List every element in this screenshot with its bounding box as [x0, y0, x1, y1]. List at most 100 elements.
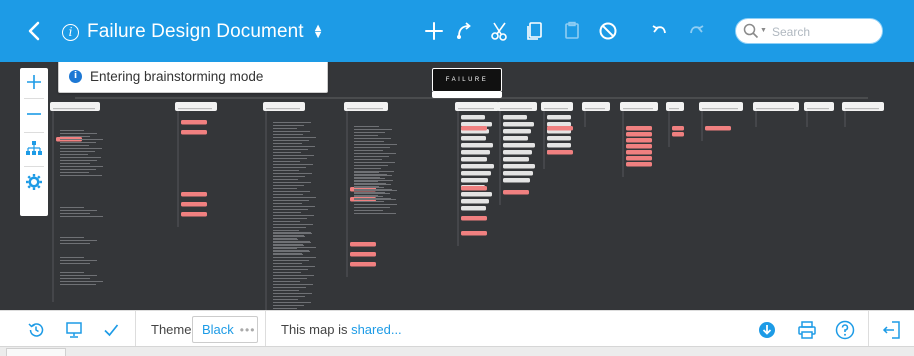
add-node-button[interactable] — [420, 17, 448, 45]
mindmap-canvas[interactable]: FAILURE i Entering brainstorming mode — [0, 62, 914, 310]
child-node[interactable] — [461, 164, 494, 169]
download-button[interactable] — [756, 319, 778, 341]
branch-node[interactable] — [699, 102, 743, 111]
branch-node-text[interactable] — [458, 108, 494, 110]
branch-node[interactable] — [455, 102, 499, 111]
layout-button[interactable] — [20, 134, 48, 162]
zoom-out-button[interactable] — [20, 100, 48, 128]
child-node[interactable] — [503, 143, 535, 148]
branch-node[interactable] — [175, 102, 217, 111]
branch-node-text[interactable] — [756, 108, 794, 110]
map-settings-button[interactable] — [20, 168, 48, 196]
exit-button[interactable] — [881, 319, 903, 341]
branch-node[interactable] — [50, 102, 100, 111]
highlighted-node[interactable] — [705, 126, 731, 131]
highlighted-node[interactable] — [350, 252, 376, 257]
branch-node[interactable] — [620, 102, 658, 111]
root-node[interactable]: FAILURE — [432, 68, 502, 92]
child-node[interactable] — [461, 122, 492, 127]
highlighted-node[interactable] — [626, 156, 652, 161]
highlighted-node[interactable] — [547, 126, 573, 131]
child-node[interactable] — [547, 122, 571, 127]
search-input[interactable] — [772, 23, 872, 41]
highlighted-node[interactable] — [626, 132, 652, 137]
cut-button[interactable] — [486, 17, 514, 45]
child-node[interactable] — [461, 206, 486, 211]
highlighted-node[interactable] — [672, 126, 684, 131]
branch-node-text[interactable] — [544, 108, 568, 110]
branch-node[interactable] — [582, 102, 610, 111]
child-node[interactable] — [503, 136, 528, 141]
present-button[interactable] — [63, 319, 85, 341]
branch-node[interactable] — [666, 102, 684, 111]
highlighted-node[interactable] — [626, 138, 652, 143]
print-button[interactable] — [796, 319, 818, 341]
share-link[interactable]: shared... — [351, 322, 402, 337]
highlighted-node[interactable] — [503, 190, 529, 195]
branch-node-text[interactable] — [500, 108, 532, 110]
theme-select[interactable]: Black ••• — [192, 316, 258, 343]
child-node[interactable] — [547, 143, 571, 148]
help-button[interactable] — [834, 319, 856, 341]
redo-button[interactable] — [682, 17, 710, 45]
child-node[interactable] — [503, 129, 531, 134]
highlighted-node[interactable] — [181, 130, 207, 135]
branch-node-text[interactable] — [807, 108, 829, 110]
highlighted-node[interactable] — [626, 126, 652, 131]
child-node[interactable] — [461, 157, 487, 162]
branch-node-text[interactable] — [178, 108, 212, 110]
mindmap-diagram[interactable] — [0, 62, 914, 310]
connect-button[interactable] — [451, 17, 479, 45]
branch-node[interactable] — [344, 102, 388, 111]
child-node[interactable] — [503, 157, 529, 162]
undo-button[interactable] — [646, 17, 674, 45]
highlighted-node[interactable] — [461, 216, 487, 221]
branch-node-text[interactable] — [623, 108, 653, 110]
branch-node[interactable] — [497, 102, 537, 111]
highlighted-node[interactable] — [461, 186, 487, 191]
child-node[interactable] — [547, 115, 571, 120]
child-node[interactable] — [461, 192, 492, 197]
highlighted-node[interactable] — [181, 212, 207, 217]
paste-button[interactable] — [558, 17, 586, 45]
back-button[interactable] — [22, 17, 48, 45]
document-title[interactable]: Failure Design Document — [87, 21, 304, 43]
search-icon[interactable] — [743, 23, 759, 39]
branch-node[interactable] — [541, 102, 573, 111]
highlighted-node[interactable] — [350, 262, 376, 267]
branch-node-text[interactable] — [585, 108, 605, 110]
branch-node-text[interactable] — [669, 108, 679, 110]
child-node[interactable] — [503, 171, 533, 176]
highlighted-node[interactable] — [626, 150, 652, 155]
highlighted-node[interactable] — [461, 231, 487, 236]
branch-node-text[interactable] — [845, 108, 879, 110]
child-node[interactable] — [503, 122, 534, 127]
branch-node-text[interactable] — [702, 108, 738, 110]
child-node[interactable] — [461, 199, 489, 204]
branch-node[interactable] — [804, 102, 834, 111]
highlighted-node[interactable] — [672, 132, 684, 137]
branch-node-text[interactable] — [266, 108, 300, 110]
highlighted-node[interactable] — [547, 150, 573, 155]
history-button[interactable] — [25, 319, 47, 341]
highlighted-node[interactable] — [181, 120, 207, 125]
copy-button[interactable] — [521, 17, 549, 45]
highlighted-node[interactable] — [461, 126, 487, 131]
search-box[interactable]: ▼ — [735, 18, 883, 44]
child-node[interactable] — [461, 136, 486, 141]
child-node[interactable] — [547, 136, 571, 141]
branch-node-text[interactable] — [53, 108, 95, 110]
done-button[interactable] — [100, 319, 122, 341]
highlighted-node[interactable] — [181, 192, 207, 197]
child-node[interactable] — [503, 115, 527, 120]
child-node[interactable] — [461, 178, 488, 183]
branch-node[interactable] — [842, 102, 884, 111]
child-node[interactable] — [461, 143, 493, 148]
child-node[interactable] — [461, 171, 491, 176]
child-node[interactable] — [503, 164, 535, 169]
child-node[interactable] — [503, 178, 530, 183]
highlighted-node[interactable] — [626, 144, 652, 149]
highlighted-node[interactable] — [626, 162, 652, 167]
child-node[interactable] — [461, 150, 490, 155]
highlighted-node[interactable] — [181, 202, 207, 207]
